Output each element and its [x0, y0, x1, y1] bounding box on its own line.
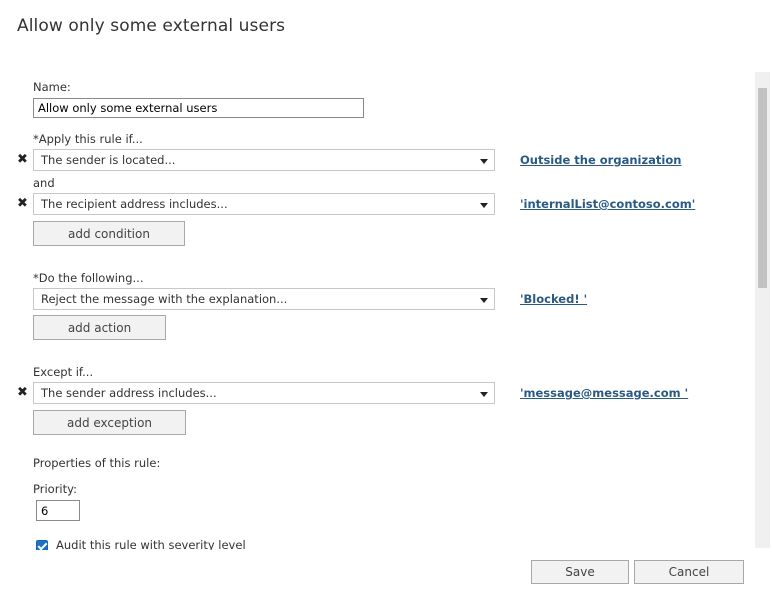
add-action-button[interactable]: add action [33, 315, 166, 340]
dialog-title: Allow only some external users [17, 16, 286, 36]
remove-condition-2-icon[interactable]: ✖ [17, 197, 28, 211]
exception-1-value-link[interactable]: 'message@message.com ' [520, 386, 688, 400]
actions-label: *Do the following... [33, 271, 144, 285]
rule-form: Name: *Apply this rule if... ✖ The sende… [0, 70, 755, 550]
exceptions-label: Except if... [33, 365, 94, 379]
chevron-down-icon [480, 392, 488, 397]
audit-checkbox[interactable] [36, 540, 48, 550]
audit-label: Audit this rule with severity level [56, 538, 246, 550]
condition-1-value-link[interactable]: Outside the organization [520, 153, 681, 167]
condition-2-selected: The recipient address includes... [41, 197, 228, 211]
and-label: and [33, 176, 55, 190]
cancel-button[interactable]: Cancel [634, 560, 744, 584]
name-label: Name: [33, 80, 71, 94]
condition-1-select[interactable]: The sender is located... [33, 149, 495, 171]
priority-input[interactable] [36, 500, 80, 521]
priority-label: Priority: [33, 482, 77, 496]
condition-2-value-link[interactable]: 'internalList@contoso.com' [520, 197, 695, 211]
rule-dialog: Allow only some external users Name: *Ap… [0, 0, 772, 614]
conditions-label: *Apply this rule if... [33, 132, 143, 146]
save-button[interactable]: Save [531, 560, 629, 584]
condition-1-selected: The sender is located... [41, 153, 176, 167]
action-1-select[interactable]: Reject the message with the explanation.… [33, 288, 495, 310]
condition-2-select[interactable]: The recipient address includes... [33, 193, 495, 215]
chevron-down-icon [480, 203, 488, 208]
remove-exception-1-icon[interactable]: ✖ [17, 386, 28, 400]
action-1-selected: Reject the message with the explanation.… [41, 292, 288, 306]
chevron-down-icon [480, 159, 488, 164]
exception-1-select[interactable]: The sender address includes... [33, 382, 495, 404]
name-input[interactable] [33, 98, 364, 118]
exception-1-selected: The sender address includes... [41, 386, 217, 400]
action-1-value-link[interactable]: 'Blocked! ' [520, 292, 587, 306]
add-condition-button[interactable]: add condition [33, 221, 185, 246]
add-exception-button[interactable]: add exception [33, 410, 186, 435]
remove-condition-1-icon[interactable]: ✖ [17, 153, 28, 167]
scrollbar-thumb[interactable] [758, 88, 767, 288]
properties-label: Properties of this rule: [33, 456, 161, 470]
chevron-down-icon [480, 298, 488, 303]
